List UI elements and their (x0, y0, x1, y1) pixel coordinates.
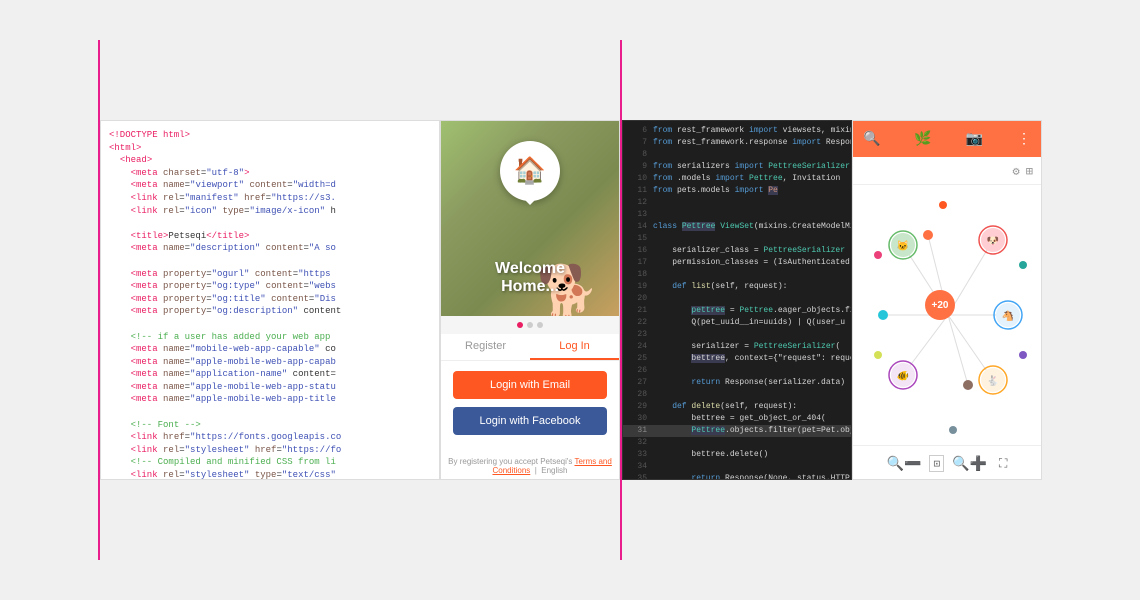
code-line-28: 28 (623, 389, 851, 401)
mobile-footer: By registering you accept Petseqi's Term… (441, 453, 619, 479)
svg-text:🐶: 🐶 (987, 236, 999, 247)
more-icon[interactable]: ⋮ (1017, 131, 1031, 147)
panel-right: 6 from rest_framework import viewsets, m… (622, 120, 1042, 480)
panel-code-dark: 6 from rest_framework import viewsets, m… (622, 120, 852, 480)
zoom-out-icon[interactable]: 🔍➖ (887, 456, 922, 472)
count-badge: +20 (925, 290, 955, 320)
speech-bubble: 🏠 (500, 141, 560, 201)
code-line-30: 30 bettree = get_object_or_404( (623, 413, 851, 425)
code-line-29: 29 def delete(self, request): (623, 401, 851, 413)
code-line-6: 6 from rest_framework import viewsets, m… (623, 125, 851, 137)
graph-canvas: 🐱 🐶 🐴 🐇 🐠 +20 (853, 185, 1042, 445)
login-email-button[interactable]: Login with Email (453, 371, 607, 399)
dot-1 (517, 322, 523, 328)
code-line-12: 12 (623, 197, 851, 209)
code-line-15: 15 (623, 233, 851, 245)
code-line-7: 7 from rest_framework.response import Re… (623, 137, 851, 149)
welcome-text: Welcome Home... (441, 260, 619, 296)
footer-text: By registering you accept Petseqi's (448, 457, 572, 466)
svg-text:🐠: 🐠 (897, 370, 909, 382)
code-line-13: 13 (623, 209, 851, 221)
carousel-dots (441, 316, 619, 334)
code-line-27: 27 return Response(serializer.data) (623, 377, 851, 389)
mobile-body: Login with Email Login with Facebook (441, 361, 619, 453)
main-container: <!DOCTYPE html> <html> <head> <meta char… (20, 40, 1120, 560)
mobile-hero: 🏠 🐕 Welcome Home... (441, 121, 619, 316)
code-line-22: 22 Q(pet_uuid__in=uuids) | Q(user_u (623, 317, 851, 329)
code-line-18: 18 (623, 269, 851, 281)
graph-toolbar: ⚙ ⊞ (853, 157, 1041, 185)
welcome-title-line1: Welcome (441, 260, 619, 278)
code-line-31: 31 Pettree.objects.filter(pet=Pet.obje (623, 425, 851, 437)
search-icon[interactable]: 🔍 (863, 131, 880, 147)
code-line-32: 32 (623, 437, 851, 449)
code-line-34: 34 (623, 461, 851, 473)
panel-left-code: <!DOCTYPE html> <html> <head> <meta char… (100, 120, 440, 480)
zoom-in-icon[interactable]: 🔍➕ (952, 456, 987, 472)
code-line-24: 24 serializer = PettreeSerializer( (623, 341, 851, 353)
filter-icon[interactable]: ⊞ (1026, 164, 1033, 178)
svg-text:🐱: 🐱 (897, 240, 909, 252)
panel-graph: 🔍 🌿 📷 ⋮ ⚙ ⊞ (852, 120, 1042, 480)
code-line-25: 25 bettree, context={"request": reques (623, 353, 851, 365)
code-line-19: 19 def list(self, request): (623, 281, 851, 293)
panel-middle-mobile: 🏠 🐕 Welcome Home... Register Log In Logi… (440, 120, 620, 480)
code-line-35: 35 return Response(None, status.HTTP_204… (623, 473, 851, 480)
code-line-17: 17 permission_classes = (IsAuthenticated… (623, 257, 851, 269)
code-line-26: 26 (623, 365, 851, 377)
welcome-title-line2: Home... (441, 278, 619, 296)
svg-text:🐇: 🐇 (987, 374, 999, 387)
camera-icon[interactable]: 📷 (966, 131, 983, 147)
code-line-8: 8 (623, 149, 851, 161)
fullscreen-icon[interactable]: ⛶ (999, 456, 1007, 471)
code-line-16: 16 serializer_class = PettreeSerializer (623, 245, 851, 257)
code-line-33: 33 bettree.delete() (623, 449, 851, 461)
mobile-tabs: Register Log In (441, 334, 619, 361)
code-line-23: 23 (623, 329, 851, 341)
code-line-9: 9 from serializers import PettreeSeriali… (623, 161, 851, 173)
leaf-icon[interactable]: 🌿 (914, 131, 931, 147)
login-fb-button[interactable]: Login with Facebook (453, 407, 607, 435)
code-line-11: 11 from pets.models import Pe (623, 185, 851, 197)
code-line-21: 21 pettree = Pettree.eager_objects.filte… (623, 305, 851, 317)
dot-2 (527, 322, 533, 328)
tab-login[interactable]: Log In (530, 334, 619, 360)
graph-footer: 🔍➖ ⊡ 🔍➕ ⛶ (853, 445, 1041, 480)
settings-icon[interactable]: ⚙ (1013, 164, 1020, 178)
tab-register[interactable]: Register (441, 334, 530, 360)
svg-text:🐴: 🐴 (1002, 309, 1014, 322)
language-text: English (541, 466, 567, 475)
graph-header: 🔍 🌿 📷 ⋮ (853, 121, 1041, 157)
code-line-10: 10 from .models import Pettree, Invitati… (623, 173, 851, 185)
code-line-14: 14 class Pettree ViewSet(mixins.CreateMo… (623, 221, 851, 233)
fit-icon[interactable]: ⊡ (929, 455, 944, 472)
dot-3 (537, 322, 543, 328)
code-line-20: 20 (623, 293, 851, 305)
